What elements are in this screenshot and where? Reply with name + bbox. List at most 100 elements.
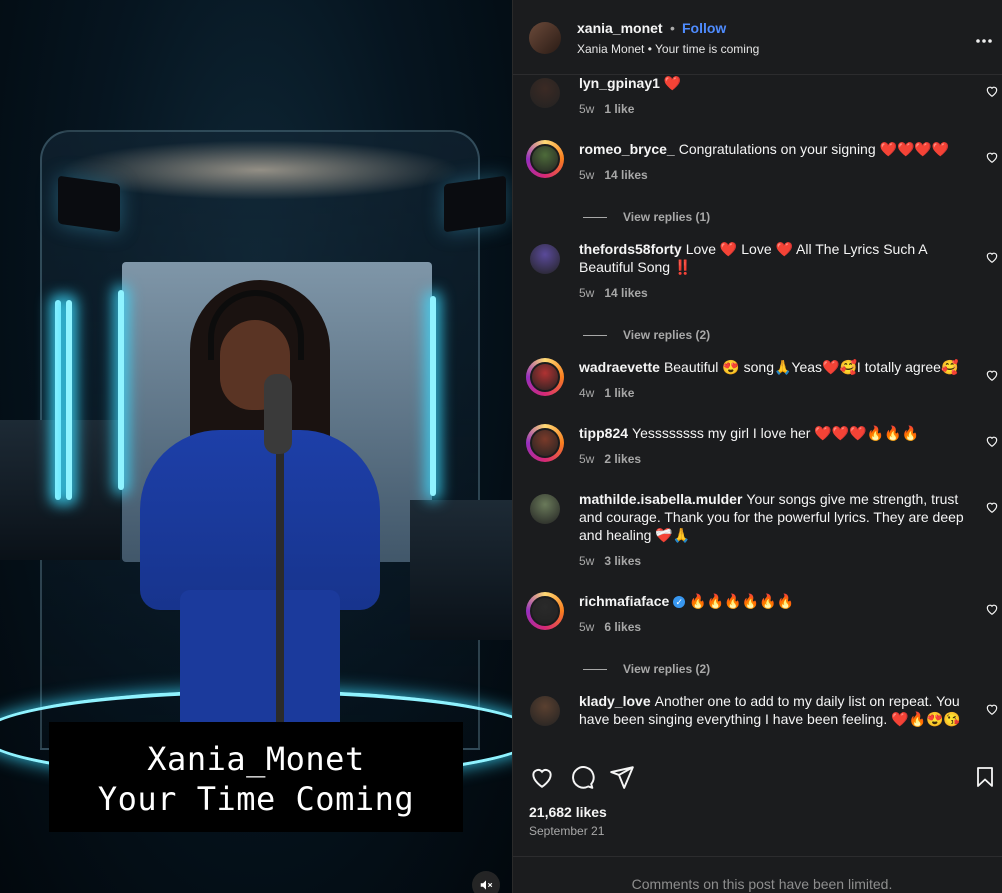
comment-like-count[interactable]: 3 likes: [604, 554, 641, 568]
like-count[interactable]: 21,682 likes: [529, 804, 607, 820]
caption-line-2: Your Time Coming: [97, 780, 415, 818]
share-icon: [610, 766, 634, 789]
comment-age: 5w: [579, 286, 595, 300]
neon-light: [66, 300, 72, 500]
heart-icon: [986, 252, 998, 263]
commenter-avatar[interactable]: [526, 74, 564, 112]
audio-attribution[interactable]: Xania Monet • Your time is coming: [577, 42, 759, 56]
heart-icon: [986, 704, 998, 715]
author-username[interactable]: xania_monet: [577, 20, 663, 36]
ceiling-light: [60, 140, 460, 200]
comment-icon: [572, 766, 595, 789]
speaker-muted-icon: [480, 880, 493, 890]
more-options-button[interactable]: [975, 28, 993, 49]
replies-divider: [583, 217, 607, 219]
share-button[interactable]: [609, 764, 635, 790]
comment-age: 4w: [579, 386, 595, 400]
comment-age: 5w: [579, 554, 595, 568]
heart-icon: [986, 436, 998, 447]
commenter-username[interactable]: mathilde.isabella.mulder: [579, 491, 742, 507]
comment-age: 5w: [579, 102, 595, 116]
post-media[interactable]: Xania_Monet Your Time Coming: [0, 0, 512, 893]
like-button[interactable]: [529, 764, 555, 790]
view-replies-label: View replies (1): [623, 210, 711, 224]
comment-like-count[interactable]: 2 likes: [604, 452, 641, 466]
comment-text-block: romeo_bryce_ Congratulations on your sign…: [579, 140, 974, 158]
studio-desk-right: [410, 500, 512, 640]
commenter-avatar[interactable]: [526, 240, 564, 278]
comment-body: Beautiful 😍 song🙏Yeas❤️🥰I totally agree🥰: [663, 359, 959, 375]
divider: [513, 856, 1002, 857]
right-speaker: [444, 175, 506, 233]
comment-text-block: thefords58forty Love ❤️ Love ❤️ All The L…: [579, 240, 974, 276]
heart-icon: [986, 152, 998, 163]
comment-like-button[interactable]: [985, 368, 999, 382]
comment-body: 🔥🔥🔥🔥🔥🔥: [689, 593, 794, 609]
follow-button[interactable]: Follow: [682, 20, 726, 36]
action-bar: [513, 758, 1002, 794]
commenter-username[interactable]: tipp824: [579, 425, 628, 441]
microphone: [264, 374, 292, 454]
comment-meta: 5w 3 likes: [579, 554, 641, 568]
header-separator: •: [670, 20, 675, 36]
heart-icon: [986, 502, 998, 513]
comment-like-button[interactable]: [985, 702, 999, 716]
comment-text-block: lyn_gpinay1 ❤️: [579, 74, 974, 92]
comment-text-block: klady_love Another one to add to my daily…: [579, 692, 974, 728]
comment-button[interactable]: [569, 764, 595, 790]
heart-icon: [986, 370, 998, 381]
comment-body: ❤️: [663, 75, 682, 91]
commenter-avatar[interactable]: [526, 140, 564, 178]
commenter-username[interactable]: wadraevette: [579, 359, 660, 375]
comment-meta: 5w 1 like: [579, 102, 634, 116]
comment-like-count[interactable]: 14 likes: [604, 286, 647, 300]
post-date: September 21: [529, 824, 605, 838]
comment-meta: 5w 14 likes: [579, 168, 648, 182]
commenter-username[interactable]: romeo_bryce_: [579, 141, 675, 157]
comment-text-block: mathilde.isabella.mulder Your songs give …: [579, 490, 974, 544]
commenter-username[interactable]: klady_love: [579, 693, 651, 709]
singer-figure: [120, 280, 420, 740]
comment-age: 5w: [579, 452, 595, 466]
commenter-username[interactable]: lyn_gpinay1: [579, 75, 660, 91]
commenter-avatar[interactable]: [526, 424, 564, 462]
bookmark-icon: [977, 767, 993, 787]
comment-like-count[interactable]: 1 like: [604, 386, 634, 400]
mic-stand: [276, 420, 284, 740]
replies-divider: [583, 669, 607, 671]
heart-icon: [986, 604, 998, 615]
singer-pants: [180, 590, 340, 740]
comment-meta: 5w 2 likes: [579, 452, 641, 466]
comment-meta: 4w 1 like: [579, 386, 634, 400]
commenter-avatar[interactable]: [526, 592, 564, 630]
comment-like-button[interactable]: [985, 84, 999, 98]
comment-like-button[interactable]: [985, 250, 999, 264]
commenter-username[interactable]: richmafiaface: [579, 593, 669, 609]
commenter-avatar[interactable]: [526, 490, 564, 528]
view-replies-button[interactable]: View replies (2): [583, 662, 710, 676]
comment-like-button[interactable]: [985, 434, 999, 448]
view-replies-button[interactable]: View replies (2): [583, 328, 710, 342]
comment-text-block: richmafiaface ✓ 🔥🔥🔥🔥🔥🔥: [579, 592, 974, 610]
comment-like-button[interactable]: [985, 500, 999, 514]
save-button[interactable]: [973, 764, 999, 790]
comment-body: Congratulations on your signing ❤️❤️❤️❤️: [678, 141, 950, 157]
comments-limited-notice: Comments on this post have been limited.: [631, 876, 893, 892]
comment-like-button[interactable]: [985, 602, 999, 616]
heart-icon: [532, 769, 552, 788]
commenter-username[interactable]: thefords58forty: [579, 241, 682, 257]
comment-meta: 5w 6 likes: [579, 620, 641, 634]
mute-button[interactable]: [472, 871, 500, 893]
verified-badge-icon: ✓: [673, 596, 686, 609]
comment-like-button[interactable]: [985, 150, 999, 164]
replies-divider: [583, 335, 607, 337]
comment-like-count[interactable]: 6 likes: [604, 620, 641, 634]
commenter-avatar[interactable]: [526, 692, 564, 730]
comment-like-count[interactable]: 1 like: [604, 102, 634, 116]
comment-text-block: wadraevette Beautiful 😍 song🙏Yeas❤️🥰I tot…: [579, 358, 974, 376]
more-horizontal-icon: [976, 39, 992, 43]
author-avatar[interactable]: [529, 22, 561, 54]
commenter-avatar[interactable]: [526, 358, 564, 396]
view-replies-button[interactable]: View replies (1): [583, 210, 710, 224]
comment-like-count[interactable]: 14 likes: [604, 168, 647, 182]
